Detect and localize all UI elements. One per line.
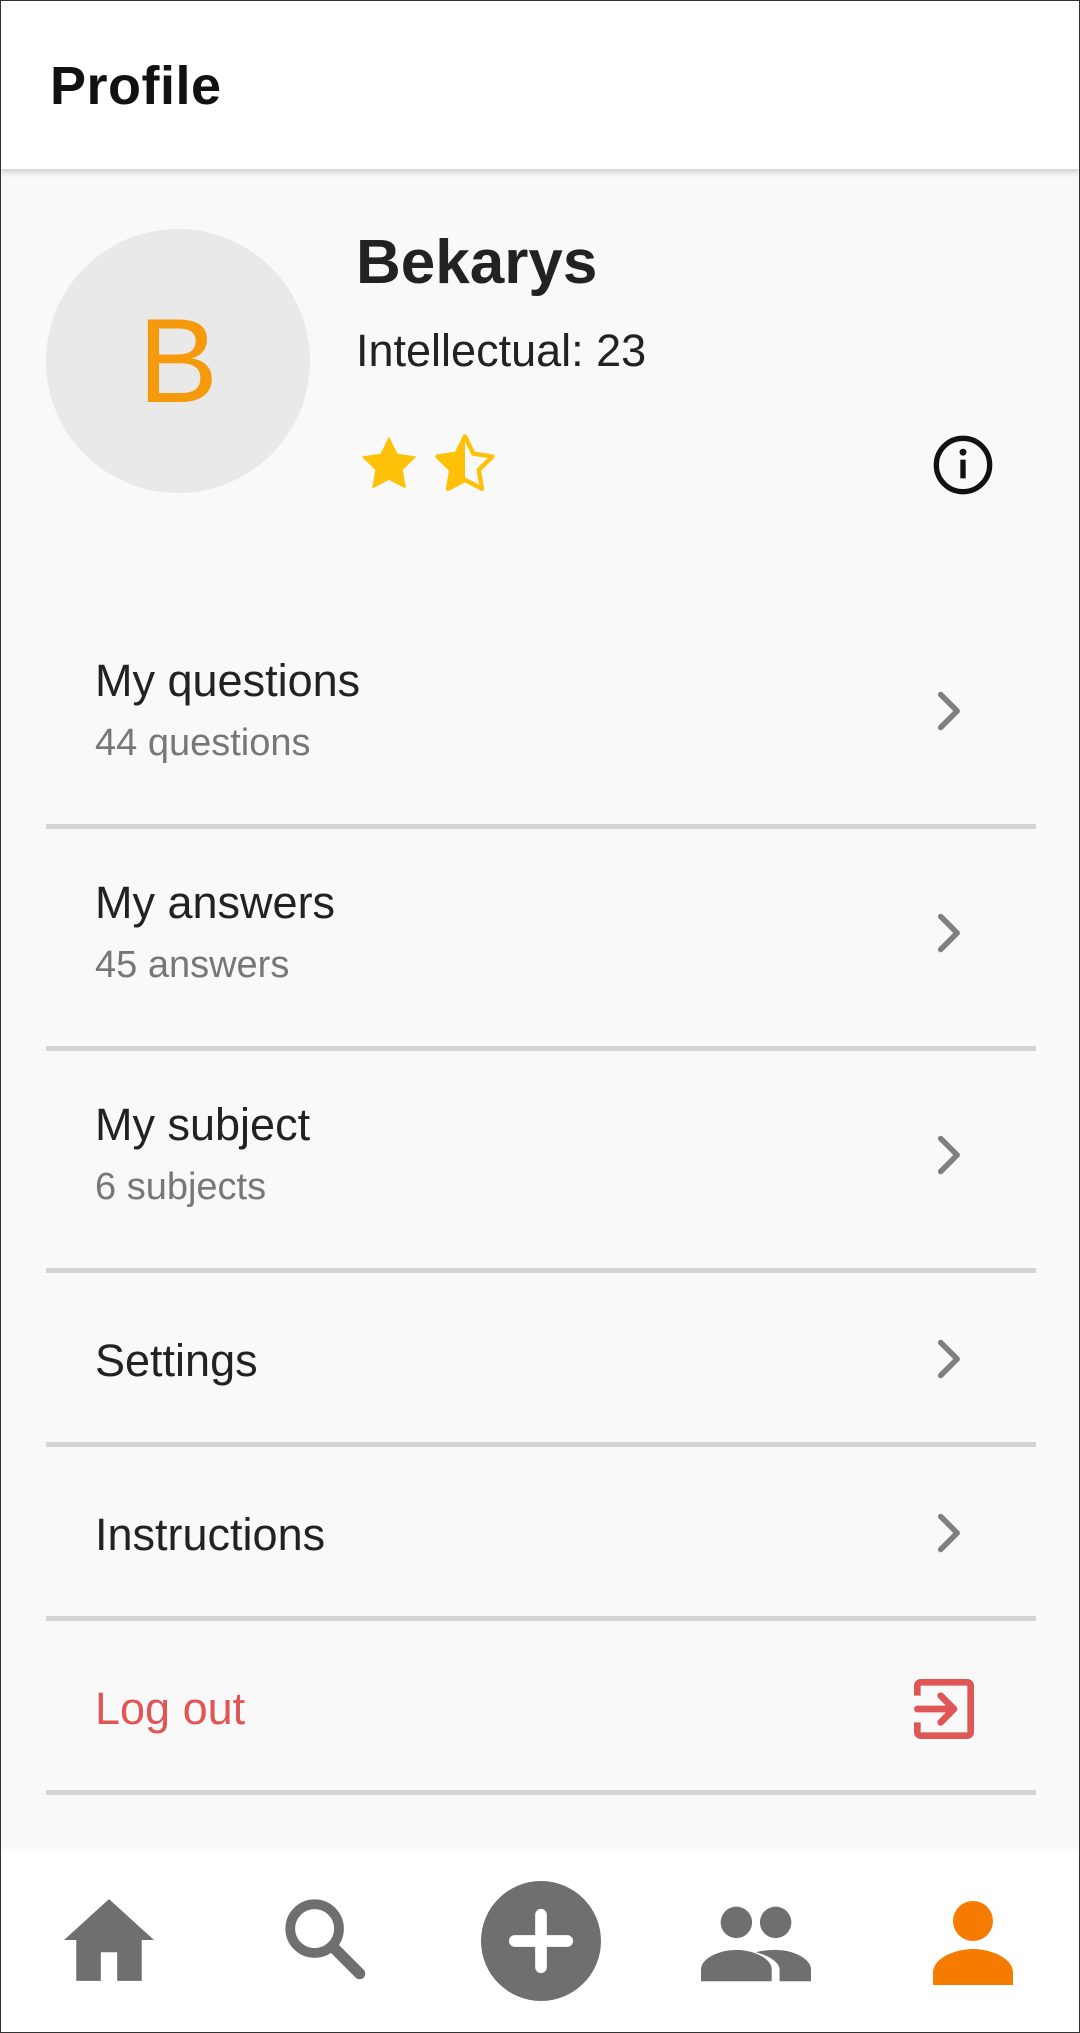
info-icon[interactable] <box>931 433 995 497</box>
app-bar: Profile <box>0 0 1080 169</box>
avatar: B <box>46 229 310 493</box>
home-icon <box>64 1899 154 1981</box>
bottom-nav <box>0 1849 1080 2033</box>
rating-stars <box>356 431 498 497</box>
nav-friends[interactable] <box>701 1897 811 1987</box>
avatar-letter: B <box>137 294 219 428</box>
star-half-icon <box>435 434 495 491</box>
menu-item-label: Settings <box>95 1335 258 1386</box>
profile-menu: My questions 44 questions My answers 45 … <box>46 607 1036 1795</box>
menu-item-label: My subject <box>95 1099 311 1150</box>
menu-item-my-answers[interactable]: My answers 45 answers <box>46 829 1036 1051</box>
menu-item-log-out[interactable]: Log out <box>46 1621 1036 1795</box>
user-score: Intellectual: 23 <box>356 325 647 376</box>
nav-search[interactable] <box>279 1893 369 1983</box>
menu-item-label: Instructions <box>95 1509 326 1560</box>
menu-item-settings[interactable]: Settings <box>46 1273 1036 1447</box>
nav-add-button[interactable] <box>481 1881 601 2001</box>
nav-profile[interactable] <box>933 1893 1013 1989</box>
profile-content: B Bekarys Intellectual: 23 My questions … <box>0 169 1080 1849</box>
nav-home[interactable] <box>59 1895 159 1985</box>
menu-item-count: 45 answers <box>95 944 290 986</box>
profile-icon <box>933 1901 1013 1985</box>
menu-item-my-subject[interactable]: My subject 6 subjects <box>46 1051 1036 1273</box>
logout-icon <box>914 1679 974 1739</box>
chevron-right-icon <box>937 913 960 953</box>
friends-icon <box>701 1906 811 1982</box>
user-name: Bekarys <box>356 228 598 297</box>
search-icon <box>285 1899 366 1980</box>
menu-item-my-questions[interactable]: My questions 44 questions <box>46 607 1036 829</box>
menu-item-label: My questions <box>95 655 361 706</box>
chevron-right-icon <box>937 1339 960 1379</box>
star-full-icon <box>361 436 417 489</box>
menu-item-count: 6 subjects <box>95 1166 267 1208</box>
add-icon <box>508 1908 574 1974</box>
menu-item-count: 44 questions <box>95 722 311 764</box>
menu-item-label: Log out <box>95 1683 246 1734</box>
chevron-right-icon <box>937 691 960 731</box>
menu-item-instructions[interactable]: Instructions <box>46 1447 1036 1621</box>
page-title: Profile <box>50 56 222 116</box>
chevron-right-icon <box>937 1135 960 1175</box>
chevron-right-icon <box>937 1513 960 1553</box>
menu-item-label: My answers <box>95 877 336 928</box>
